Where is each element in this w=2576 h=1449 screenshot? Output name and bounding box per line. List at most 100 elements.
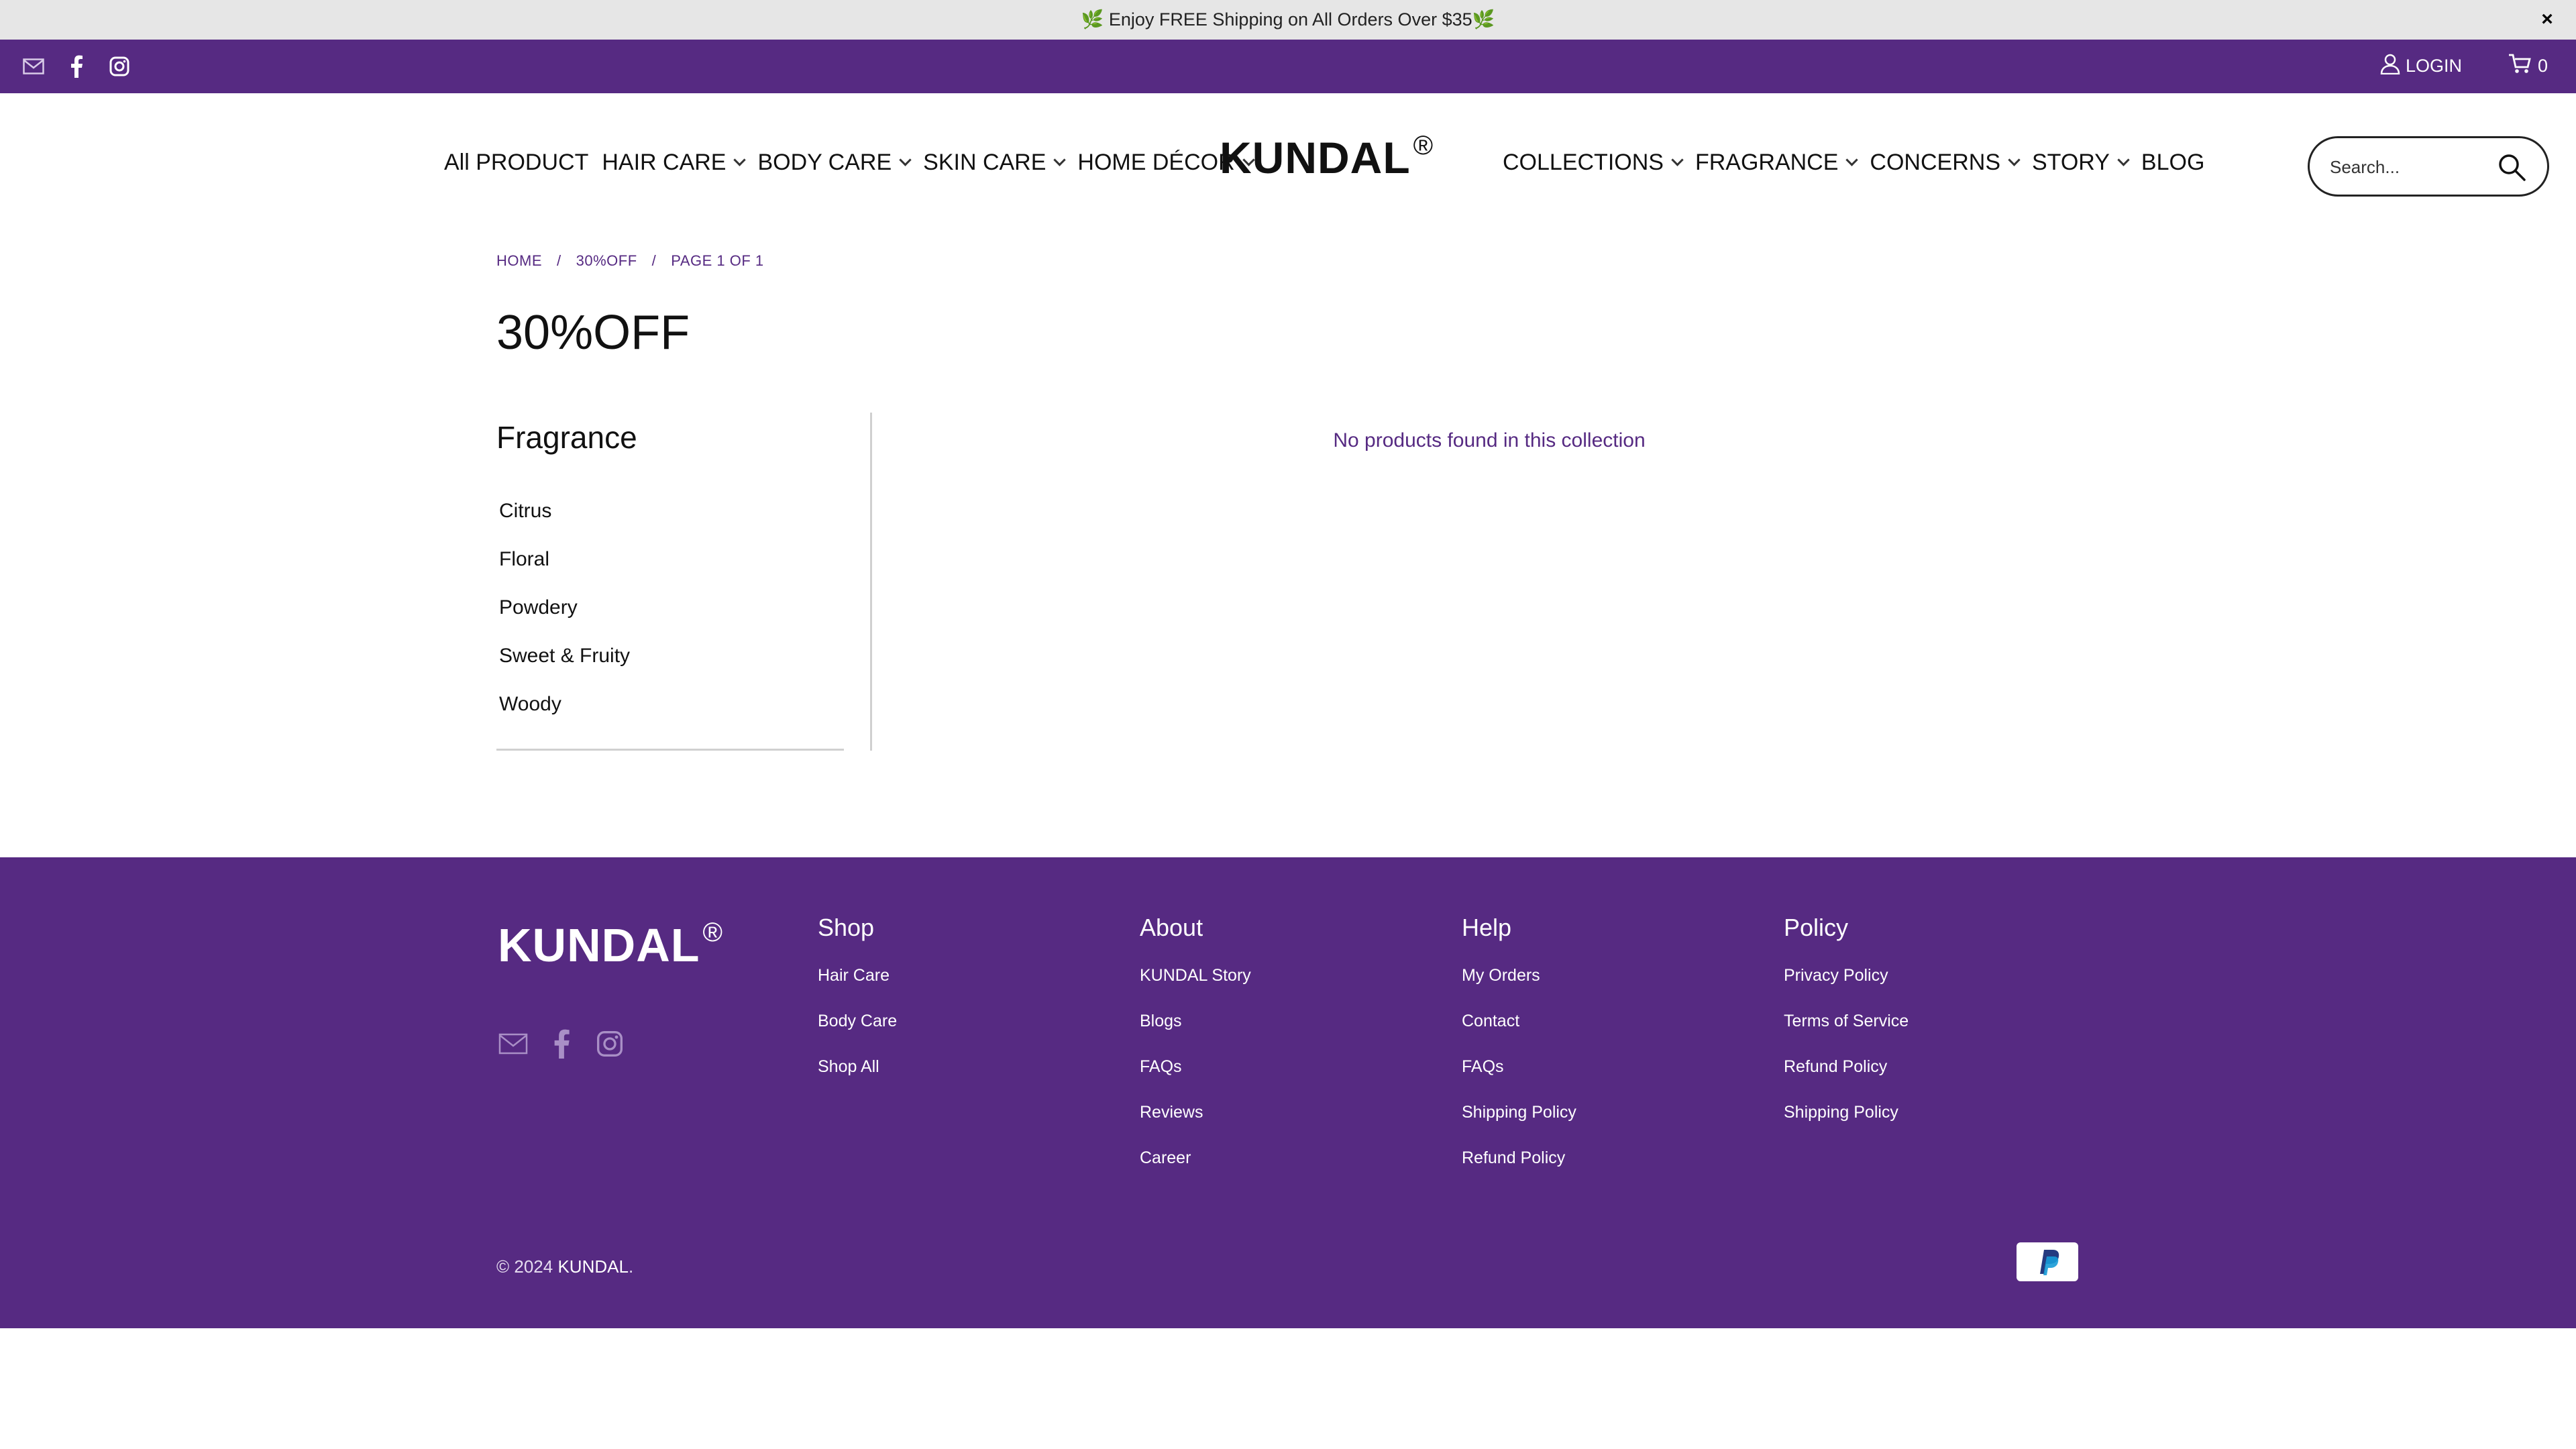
footer-link-faqs[interactable]: FAQs <box>1462 1057 1757 1103</box>
breadcrumb-home-link[interactable]: HOME <box>496 252 542 270</box>
footer-link-body-care[interactable]: Body Care <box>818 1012 1113 1057</box>
sidebar-filter-list: Citrus Floral Powdery Sweet & Fruity Woo… <box>499 500 630 741</box>
footer-column-shop: Shop Hair Care Body Care Shop All <box>818 914 1113 1103</box>
search-icon[interactable] <box>2496 152 2527 182</box>
nav-item-hair-care[interactable]: HAIR CARE <box>602 150 747 176</box>
footer-column-about: About KUNDAL Story Blogs FAQs Reviews Ca… <box>1140 914 1435 1194</box>
sidebar-title: Fragrance <box>496 420 637 455</box>
nav-label: COLLECTIONS <box>1503 150 1664 175</box>
main-nav-right: COLLECTIONS FRAGRANCE CONCERNS STORY BLO… <box>1503 150 2204 176</box>
nav-label: STORY <box>2032 150 2110 175</box>
main-nav-left: All PRODUCT HAIR CARE BODY CARE SKIN CAR… <box>444 150 1255 176</box>
page-title: 30%OFF <box>496 306 690 360</box>
footer-link-shop-all[interactable]: Shop All <box>818 1057 1113 1103</box>
footer-link-faqs[interactable]: FAQs <box>1140 1057 1435 1103</box>
footer-link-kundal-story[interactable]: KUNDAL Story <box>1140 966 1435 1012</box>
breadcrumb: HOME / 30%OFF / PAGE 1 OF 1 <box>496 252 764 270</box>
copyright-brand-link[interactable]: KUNDAL <box>557 1256 628 1277</box>
logo-text: KUNDAL <box>1220 133 1411 182</box>
footer-link-privacy-policy[interactable]: Privacy Policy <box>1784 966 2079 1012</box>
nav-label: HOME DÉCOR <box>1077 150 1235 175</box>
filter-link-powdery[interactable]: Powdery <box>499 596 630 645</box>
filter-link-citrus[interactable]: Citrus <box>499 500 630 548</box>
login-label: LOGIN <box>2405 55 2462 76</box>
footer-link-career[interactable]: Career <box>1140 1148 1435 1194</box>
footer-link-refund-policy[interactable]: Refund Policy <box>1784 1057 2079 1103</box>
footer-column-help: Help My Orders Contact FAQs Shipping Pol… <box>1462 914 1757 1194</box>
paypal-icon <box>2017 1242 2078 1281</box>
breadcrumb-collection-link[interactable]: 30%OFF <box>576 252 637 270</box>
footer-link-shipping-policy[interactable]: Shipping Policy <box>1784 1103 2079 1148</box>
nav-item-body-care[interactable]: BODY CARE <box>757 150 912 176</box>
header-social-links <box>19 53 134 80</box>
chevron-down-icon <box>1671 154 1684 166</box>
chevron-down-icon <box>1053 154 1067 166</box>
cart-icon <box>2508 53 2531 79</box>
nav-label: All PRODUCT <box>444 150 589 175</box>
nav-label: CONCERNS <box>1870 150 2000 175</box>
filter-sidebar: Fragrance Citrus Floral Powdery Sweet & … <box>496 413 844 751</box>
footer-link-terms-of-service[interactable]: Terms of Service <box>1784 1012 2079 1057</box>
footer-link-contact[interactable]: Contact <box>1462 1012 1757 1057</box>
chevron-down-icon <box>1845 154 1859 166</box>
copyright-suffix: . <box>628 1256 634 1277</box>
footer-logo-registered-mark: ® <box>702 918 724 947</box>
nav-label: HAIR CARE <box>602 150 727 175</box>
nav-label: BLOG <box>2141 150 2205 175</box>
nav-item-concerns[interactable]: CONCERNS <box>1870 150 2021 176</box>
facebook-icon[interactable] <box>62 53 91 80</box>
cart-link[interactable]: 0 <box>2508 51 2548 80</box>
chevron-down-icon <box>2117 154 2130 166</box>
footer-column-title: Shop <box>818 914 875 941</box>
filter-link-sweet-fruity[interactable]: Sweet & Fruity <box>499 645 630 693</box>
footer-logo[interactable]: KUNDAL ® <box>498 918 723 972</box>
instagram-icon[interactable] <box>105 53 134 80</box>
site-header: All PRODUCT HAIR CARE BODY CARE SKIN CAR… <box>0 93 2576 234</box>
breadcrumb-page-indicator: PAGE 1 OF 1 <box>671 252 764 269</box>
site-logo[interactable]: KUNDAL ® <box>1220 131 1434 183</box>
footer-link-blogs[interactable]: Blogs <box>1140 1012 1435 1057</box>
announcement-bar: 🌿 Enjoy FREE Shipping on All Orders Over… <box>0 0 2576 40</box>
search-input[interactable] <box>2330 152 2498 182</box>
nav-item-skin-care[interactable]: SKIN CARE <box>923 150 1067 176</box>
chevron-down-icon <box>733 154 747 166</box>
logo-registered-mark: ® <box>1413 131 1434 160</box>
empty-collection-message: No products found in this collection <box>1333 429 1646 451</box>
facebook-icon[interactable] <box>546 1028 577 1059</box>
user-icon <box>2380 53 2400 79</box>
copyright-text: © 2024 KUNDAL. <box>496 1256 633 1277</box>
footer-link-shipping-policy[interactable]: Shipping Policy <box>1462 1103 1757 1148</box>
footer-column-title: About <box>1140 914 1203 941</box>
nav-item-story[interactable]: STORY <box>2032 150 2130 176</box>
footer-link-hair-care[interactable]: Hair Care <box>818 966 1113 1012</box>
login-link[interactable]: LOGIN <box>2380 51 2462 80</box>
footer-link-my-orders[interactable]: My Orders <box>1462 966 1757 1012</box>
nav-item-all-product[interactable]: All PRODUCT <box>444 150 588 176</box>
chevron-down-icon <box>899 154 912 166</box>
footer-column-title: Policy <box>1784 914 1849 941</box>
nav-item-blog[interactable]: BLOG <box>2141 150 2204 176</box>
nav-label: FRAGRANCE <box>1695 150 1839 175</box>
search-box <box>2308 136 2549 197</box>
utility-bar: LOGIN 0 <box>0 40 2576 93</box>
breadcrumb-separator: / <box>651 252 657 269</box>
nav-item-fragrance[interactable]: FRAGRANCE <box>1695 150 1859 176</box>
filter-link-floral[interactable]: Floral <box>499 548 630 596</box>
nav-label: BODY CARE <box>757 150 892 175</box>
chevron-down-icon <box>2008 154 2021 166</box>
footer-social-links <box>498 1028 625 1059</box>
nav-item-collections[interactable]: COLLECTIONS <box>1503 150 1684 176</box>
footer-column-title: Help <box>1462 914 1512 941</box>
site-footer: KUNDAL ® Shop Hair Care Body Care Shop Al… <box>0 857 2576 1328</box>
footer-column-policy: Policy Privacy Policy Terms of Service R… <box>1784 914 2079 1148</box>
close-announcement-button[interactable]: × <box>2533 5 2561 34</box>
mail-icon[interactable] <box>498 1028 529 1059</box>
cart-count: 0 <box>2537 55 2548 76</box>
sidebar-divider <box>870 413 872 751</box>
footer-link-reviews[interactable]: Reviews <box>1140 1103 1435 1148</box>
copyright-prefix: © 2024 <box>496 1256 553 1277</box>
filter-link-woody[interactable]: Woody <box>499 693 630 741</box>
instagram-icon[interactable] <box>594 1028 625 1059</box>
mail-icon[interactable] <box>19 53 48 80</box>
footer-link-refund-policy[interactable]: Refund Policy <box>1462 1148 1757 1194</box>
